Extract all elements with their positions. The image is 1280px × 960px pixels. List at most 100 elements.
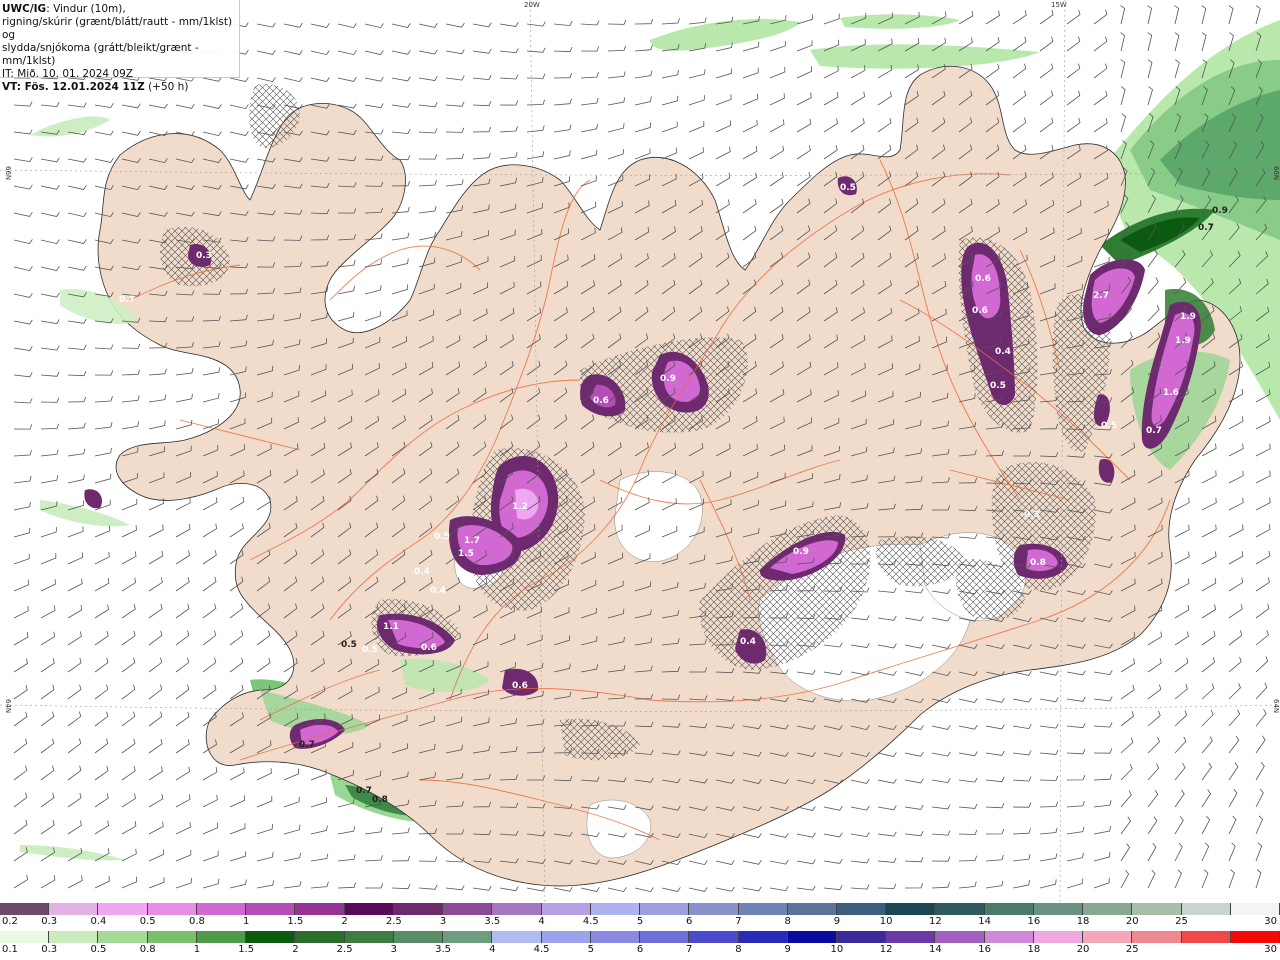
legend-label: 2.5 — [385, 916, 402, 927]
valid-time: VT: Fös. 12.01.2024 11Z — [2, 81, 145, 93]
legend-label: 4 — [538, 916, 545, 927]
legend-swatch — [1132, 931, 1182, 943]
valid-time-line: VT: Fös. 12.01.2024 11Z (+50 h) — [2, 81, 239, 94]
legend-label: 9 — [833, 916, 841, 927]
precip-value-label: 0.6 — [421, 643, 437, 653]
legend-swatch — [738, 903, 788, 915]
legend-label: 3.5 — [484, 916, 501, 927]
precip-value-label: 0.3 — [1024, 510, 1040, 520]
precip-value-label: 0.9 — [660, 374, 676, 384]
legend-swatch — [344, 931, 394, 943]
legend-label: 1.5 — [238, 944, 255, 955]
legend-swatch — [689, 931, 739, 943]
legend-swatch — [640, 931, 690, 943]
legend-swatch — [295, 903, 345, 915]
legend-swatch — [1181, 931, 1231, 943]
precip-value-label: 0.6 — [512, 681, 528, 691]
rain-legend-labels: 0.1 0.3 0.5 0.8 1 1.5 2 2.5 3 3.5 4 4.5 5 6 7 8 9 10 12 14 1… — [0, 944, 1280, 959]
lon-label-20w: 20W — [524, 1, 540, 9]
info-line-2: rigning/skúrir (grænt/blátt/rautt - mm/1… — [2, 16, 233, 41]
legend-label: 6 — [636, 944, 644, 955]
legend-swatch — [886, 903, 936, 915]
legend-swatch — [541, 931, 591, 943]
legend-swatch — [393, 931, 444, 943]
lon-label-15w: 15W — [1051, 1, 1067, 9]
forecast-info-box: UWC/IG: Vindur (10m), rigning/skúrir (gr… — [0, 0, 240, 93]
legend-swatch — [1033, 903, 1084, 915]
legend-swatch — [1181, 903, 1231, 915]
precip-value-label: 0.4 — [430, 586, 446, 596]
legend-label: 18 — [1076, 916, 1090, 927]
precip-value-label: 0.6 — [975, 274, 991, 284]
legend-swatch — [492, 903, 542, 915]
iceland-forecast-map[interactable]: 20W 15W 66N 66N 64N 64N 0.3 0.7 0.5 0.6 0.9 0… — [0, 0, 1280, 903]
precip-value-label: 1.1 — [383, 622, 399, 632]
precip-value-label: 1.9 — [1180, 312, 1196, 322]
legend-label: 4.5 — [533, 944, 550, 955]
legend-label: 5 — [587, 944, 594, 955]
precip-value-label: 0.9 — [793, 547, 809, 557]
legend-swatch — [246, 931, 296, 943]
rain-legend-swatches — [0, 931, 1280, 943]
precip-value-label: 0.5 — [840, 183, 856, 193]
precip-value-label: 0.6 — [972, 306, 988, 316]
legend-swatch — [98, 931, 148, 943]
legend-swatch — [49, 931, 99, 943]
precip-value-label: 0.5 — [341, 640, 357, 650]
legend-swatch — [492, 931, 542, 943]
legend-swatch — [246, 903, 296, 915]
snow-legend: 0.2 0.3 0.4 0.5 0.8 1 1.5 2 2.5 3 3.5 4 4.5 5 6 7 8 9 10 12… — [0, 903, 1280, 931]
legend-swatch — [0, 931, 50, 943]
precip-value-label: 1.9 — [1175, 336, 1191, 346]
precip-value-label: 0.7 — [1198, 223, 1214, 233]
legend-swatch — [689, 903, 739, 915]
legend-swatch — [1083, 903, 1133, 915]
precip-value-label: 0.9 — [1212, 206, 1228, 216]
init-time: IT: Mið. 10. 01. 2024 09Z — [2, 68, 133, 80]
legend-label: 7 — [686, 944, 693, 955]
legend-swatch — [1230, 903, 1280, 915]
legend-swatch — [147, 903, 197, 915]
legend-label: 4 — [489, 944, 496, 955]
legend-label: 30 — [1264, 944, 1277, 955]
legend-label: 4.5 — [582, 916, 599, 927]
precip-value-label: 0.8 — [372, 795, 388, 805]
precip-value-label: 0.5 — [1101, 421, 1117, 431]
lat-label-66n-left: 66N — [4, 166, 12, 180]
legend-label: 2 — [292, 944, 299, 955]
legend-swatch — [541, 903, 591, 915]
legend-swatch — [590, 931, 641, 943]
precip-value-label: 0.7 — [119, 295, 135, 305]
precip-value-label: 0.7 — [299, 740, 315, 750]
legend-label: 0.5 — [90, 944, 107, 955]
legend-swatch — [0, 903, 50, 915]
valid-offset: (+50 h) — [144, 81, 189, 93]
info-line-1: : Vindur (10m), — [46, 3, 126, 15]
legend-swatch — [1033, 931, 1084, 943]
legend-label: 25 — [1125, 944, 1139, 955]
precip-value-label: 0.7 — [1146, 426, 1162, 436]
precip-value-label: 1.2 — [512, 502, 528, 512]
legend-label: 8 — [784, 916, 791, 927]
legend-label: 12 — [879, 944, 893, 955]
legend-swatch — [98, 903, 148, 915]
legend-swatch — [196, 903, 247, 915]
legend-swatch — [295, 931, 345, 943]
legend-swatch — [49, 903, 99, 915]
legend-label: 9 — [784, 944, 791, 955]
legend-swatch — [984, 931, 1034, 943]
legend-label: 0.3 — [41, 916, 58, 927]
lat-label-64n-right: 64N — [1272, 699, 1280, 713]
legend-swatch — [640, 903, 690, 915]
lat-label-64n-left: 64N — [4, 699, 12, 713]
legend-label: 3 — [390, 944, 398, 955]
legend-label: 14 — [929, 944, 942, 955]
snow-legend-swatches — [0, 903, 1280, 915]
precip-value-label: 0.7 — [356, 786, 372, 796]
info-line-3: slydda/snjókoma (grátt/bleikt/grænt - mm… — [2, 42, 199, 67]
legend-label: 30 — [1264, 916, 1277, 927]
legend-label: 0.4 — [90, 916, 107, 927]
legend-label: 7 — [735, 916, 742, 927]
legend-label: 8 — [735, 944, 742, 955]
legend-swatch — [935, 931, 985, 943]
